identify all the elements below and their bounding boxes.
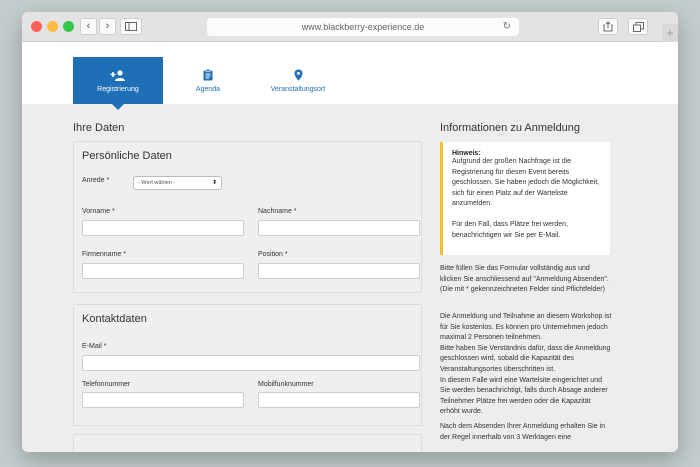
salutation-value: - Wert wählen - <box>138 180 176 186</box>
info-text: Die Anmeldung und Teilnahme an diesem Wo… <box>440 312 612 418</box>
url-text: www.blackberry-experience.de <box>301 22 425 32</box>
plus-icon: + <box>666 26 674 40</box>
phone-label: Telefonnummer <box>82 381 131 388</box>
phone-input[interactable] <box>82 392 244 408</box>
confirmation-text: Nach dem Absenden Ihrer Anmeldung erhalt… <box>440 423 605 441</box>
chevron-left-icon: ‹ <box>86 20 91 32</box>
firstname-input[interactable] <box>82 220 244 236</box>
salutation-select[interactable]: - Wert wählen - ⬍ <box>133 176 222 190</box>
mobile-input[interactable] <box>258 392 420 408</box>
address-bar[interactable]: www.blackberry-experience.de ↻ <box>207 18 519 36</box>
tab-registrierung[interactable]: Registrierung <box>73 57 163 110</box>
info-line-2: Bitte haben Sie Verständnis dafür, dass … <box>440 344 611 373</box>
tab-label: Registrierung <box>97 86 139 93</box>
firstname-label: Vorname * <box>82 208 115 215</box>
tab-agenda[interactable]: Agenda <box>182 57 234 104</box>
forward-button[interactable]: › <box>99 18 116 35</box>
email-input[interactable] <box>82 355 420 371</box>
minimize-window-button[interactable] <box>47 21 58 32</box>
back-button[interactable]: ‹ <box>80 18 97 35</box>
mobile-label: Mobilfunknummer <box>258 381 314 388</box>
sidebar-toggle-button[interactable] <box>120 18 142 35</box>
position-input[interactable] <box>258 263 420 279</box>
reload-icon[interactable]: ↻ <box>503 21 511 32</box>
sidebar-title: Informationen zu Anmeldung <box>440 122 581 134</box>
email-label: E-Mail * <box>82 343 107 350</box>
notice-body-2: Für den Fall, dass Plätze frei werden, b… <box>452 220 568 239</box>
notice-body: Aufgrund der großen Nachfrage ist die Re… <box>452 158 600 208</box>
tab-label: Agenda <box>195 86 221 93</box>
contact-data-card: Kontaktdaten E-Mail * Telefonnummer Mobi… <box>73 304 422 426</box>
personal-data-card: Persönliche Daten Anrede * - Wert wählen… <box>73 141 422 293</box>
contact-data-title: Kontaktdaten <box>82 313 147 325</box>
sidebar-icon <box>125 22 137 31</box>
notice-box: Hinweis: Aufgrund der großen Nachfrage i… <box>440 142 610 255</box>
map-pin-icon <box>294 68 303 82</box>
salutation-label: Anrede * <box>82 177 110 184</box>
notice-title: Hinweis: <box>452 150 481 157</box>
lastname-label: Nachname * <box>258 208 297 215</box>
lastname-input[interactable] <box>258 220 420 236</box>
browser-toolbar: ‹ › www.blackberry-experience.de ↻ + <box>22 12 678 42</box>
chevron-right-icon: › <box>105 20 110 32</box>
position-label: Position * <box>258 251 288 258</box>
new-tab-button[interactable]: + <box>662 24 678 42</box>
share-button[interactable] <box>598 18 618 35</box>
tabs-button[interactable] <box>628 18 648 35</box>
instructions-text: Bitte füllen Sie das Formular vollständi… <box>440 265 609 294</box>
clipboard-icon <box>203 68 213 82</box>
page-content: Ihre Daten Persönliche Daten Anrede * - … <box>22 104 678 452</box>
browser-window: ‹ › www.blackberry-experience.de ↻ + Reg… <box>22 12 678 452</box>
next-section-card <box>73 434 422 452</box>
info-line-3: In diesem Falle wird eine Wartelsite ein… <box>440 376 608 416</box>
tab-label: Veranstaltungsort <box>270 86 326 93</box>
site-header: Registrierung Agenda Veranstaltungsort <box>22 42 678 110</box>
company-input[interactable] <box>82 263 244 279</box>
tab-veranstaltungsort[interactable]: Veranstaltungsort <box>260 57 336 104</box>
select-arrows-icon: ⬍ <box>211 180 217 186</box>
close-window-button[interactable] <box>31 21 42 32</box>
company-label: Firmenname * <box>82 251 126 258</box>
tabs-icon <box>632 21 644 32</box>
add-person-icon <box>110 68 126 82</box>
zoom-window-button[interactable] <box>63 21 74 32</box>
personal-data-title: Persönliche Daten <box>82 150 172 162</box>
share-icon <box>603 21 613 32</box>
info-line-1: Die Anmeldung und Teilnahme an diesem Wo… <box>440 313 612 342</box>
page-title: Ihre Daten <box>73 122 125 134</box>
